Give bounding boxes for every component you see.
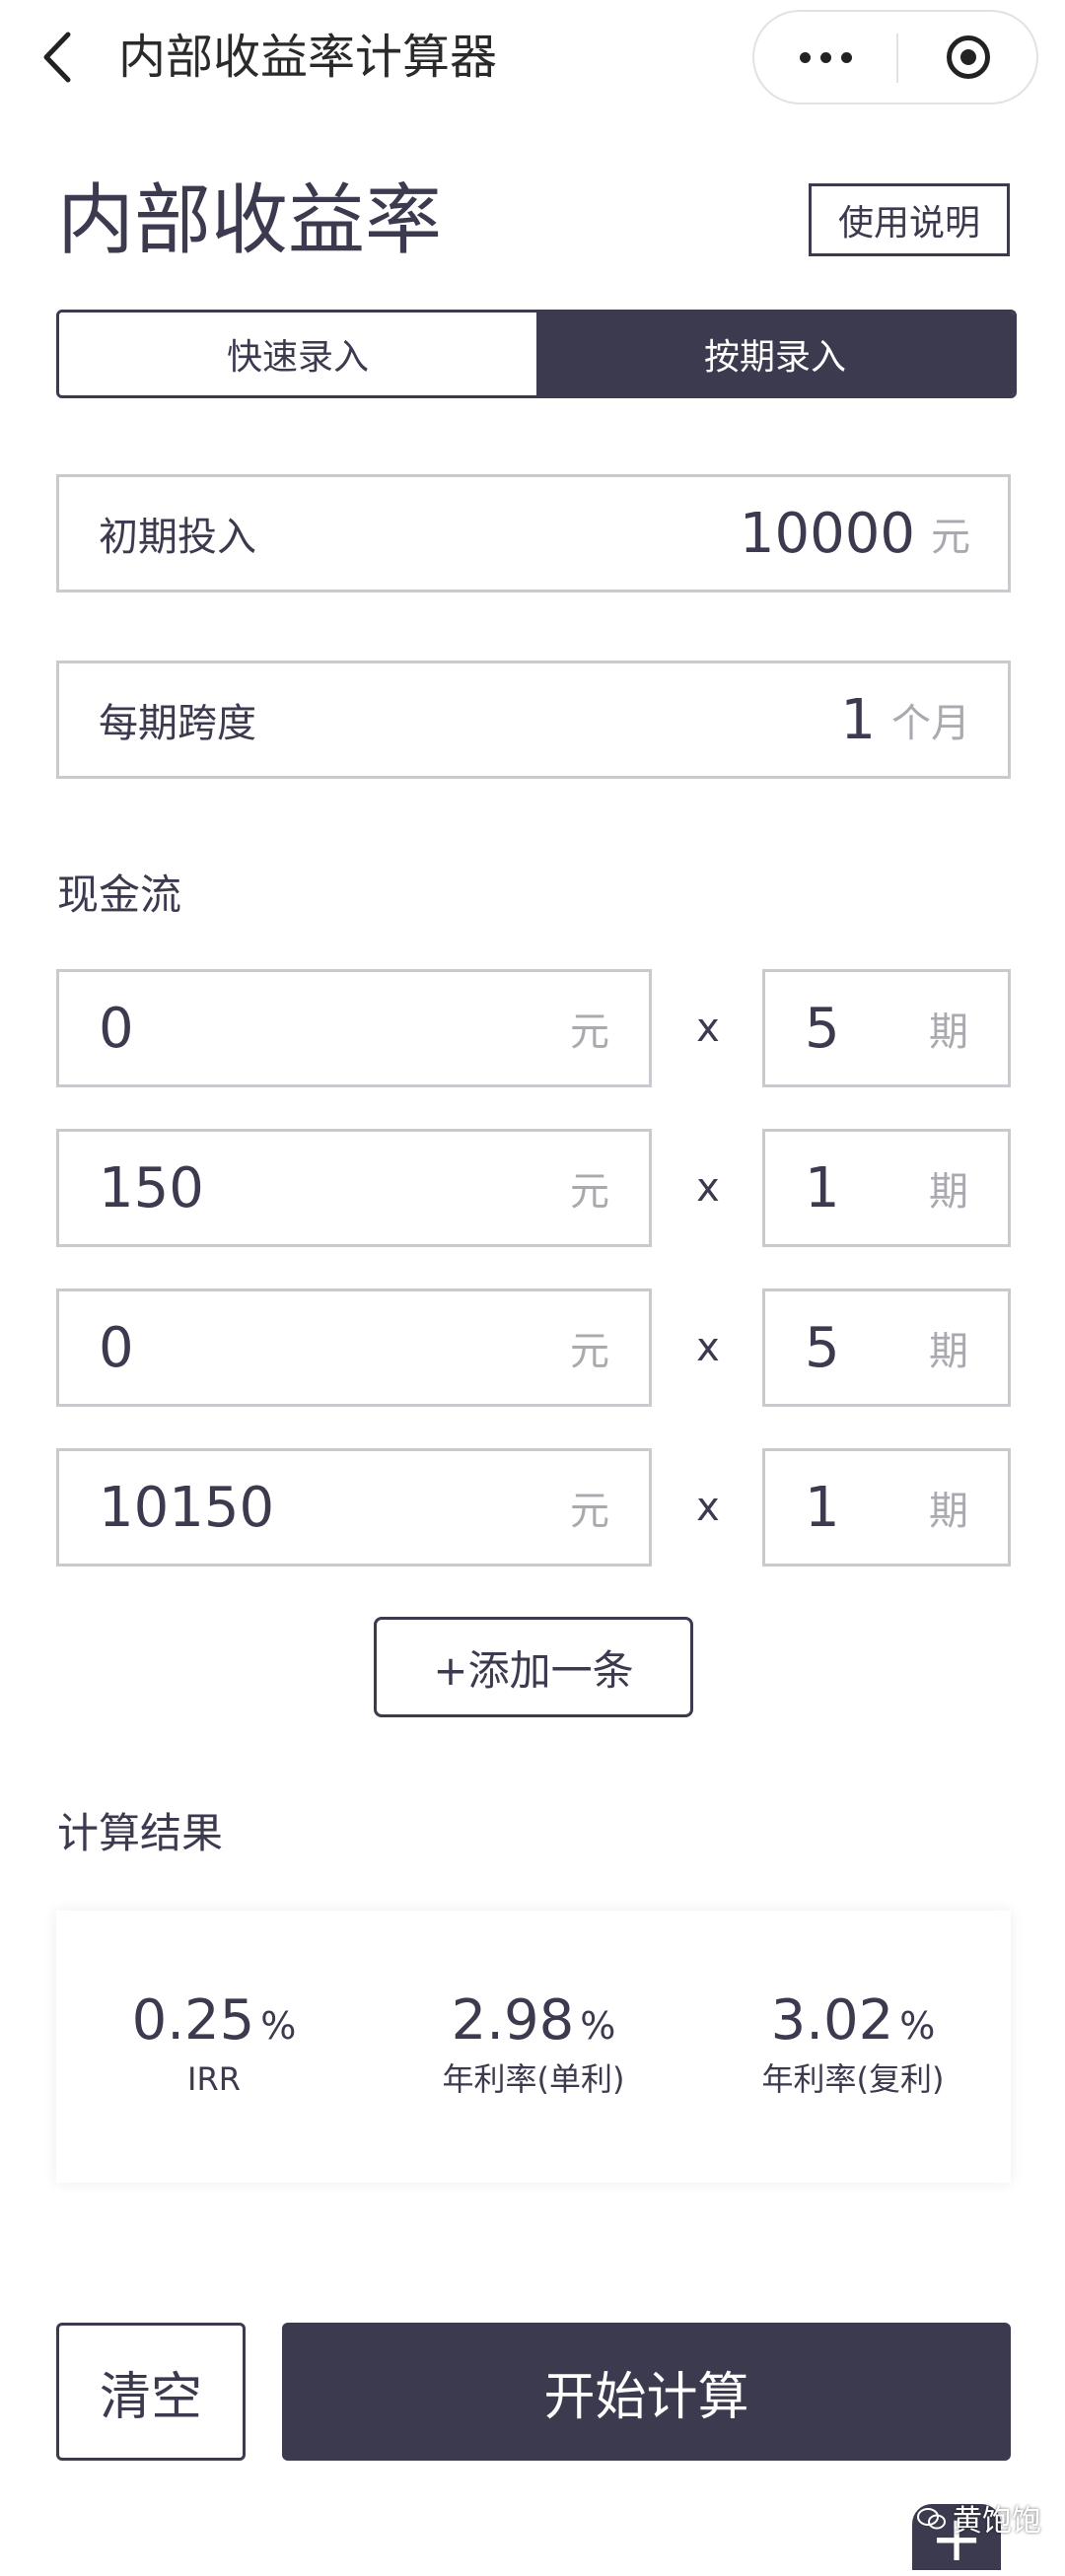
cashflow-amount-unit: 元 (570, 1329, 609, 1374)
clear-button[interactable]: 清空 (56, 2323, 246, 2461)
start-calculation-button[interactable]: 开始计算 (282, 2323, 1011, 2461)
help-button[interactable]: 使用说明 (809, 183, 1010, 256)
cashflow-amount-value[interactable]: 150 (99, 1156, 570, 1220)
cashflow-amount-unit: 元 (570, 1169, 609, 1215)
cashflow-count-unit: 期 (929, 1169, 968, 1215)
cashflow-amount-input[interactable]: 10150 元 (56, 1448, 652, 1566)
multiply-sign: x (696, 1485, 720, 1530)
result-unit: % (260, 2004, 297, 2048)
cashflow-count-value[interactable]: 1 (805, 1156, 929, 1220)
page-title: 内部收益率 (57, 176, 443, 265)
result-value: 0.25 (131, 1988, 255, 2053)
period-span-field[interactable]: 每期跨度 1 个月 (56, 661, 1011, 779)
watermark-text: 黄饱饱 (953, 2504, 1041, 2539)
result-caption: 年利率(单利) (442, 2060, 625, 2098)
result-caption: 年利率(复利) (761, 2060, 945, 2098)
nav-title: 内部收益率计算器 (118, 30, 498, 85)
cashflow-count-unit: 期 (929, 1329, 968, 1374)
result-value: 2.98 (451, 1988, 575, 2053)
back-button[interactable] (28, 22, 87, 93)
add-cashflow-button[interactable]: +添加一条 (374, 1617, 693, 1717)
tab-period-entry[interactable]: 按期录入 (536, 313, 1014, 395)
cashflow-label: 现金流 (57, 870, 182, 919)
cashflow-amount-input[interactable]: 0 元 (56, 969, 652, 1087)
period-span-unit: 个月 (891, 701, 970, 746)
result-caption: IRR (187, 2060, 241, 2098)
initial-investment-unit: 元 (931, 515, 970, 560)
cashflow-count-value[interactable]: 5 (805, 1316, 929, 1380)
initial-investment-field[interactable]: 初期投入 10000 元 (56, 474, 1011, 592)
initial-investment-value[interactable]: 10000 (740, 502, 915, 566)
result-unit: % (580, 2004, 616, 2048)
cashflow-count-value[interactable]: 1 (805, 1476, 929, 1540)
cashflow-amount-unit: 元 (570, 1010, 609, 1055)
result-unit: % (899, 2004, 936, 2048)
result-compound-rate: 3.02% 年利率(复利) (695, 1989, 1011, 2101)
cashflow-amount-value[interactable]: 0 (99, 1316, 570, 1380)
result-irr: 0.25% IRR (56, 1989, 372, 2101)
cashflow-amount-value[interactable]: 0 (99, 997, 570, 1061)
wechat-icon (917, 2502, 947, 2541)
cashflow-count-input[interactable]: 5 期 (762, 969, 1011, 1087)
multiply-sign: x (696, 1325, 720, 1370)
result-value: 3.02 (770, 1988, 894, 2053)
more-dots-icon[interactable] (754, 12, 896, 103)
tab-quick-entry[interactable]: 快速录入 (59, 313, 536, 395)
cashflow-amount-value[interactable]: 10150 (99, 1476, 570, 1540)
cashflow-count-input[interactable]: 5 期 (762, 1288, 1011, 1407)
cashflow-amount-input[interactable]: 0 元 (56, 1288, 652, 1407)
multiply-sign: x (696, 1165, 720, 1211)
results-label: 计算结果 (57, 1809, 224, 1857)
mini-program-capsule (752, 10, 1038, 104)
cashflow-count-unit: 期 (929, 1489, 968, 1534)
cashflow-amount-input[interactable]: 150 元 (56, 1129, 652, 1247)
cashflow-count-unit: 期 (929, 1010, 968, 1055)
watermark: 黄饱饱 (917, 2502, 1041, 2541)
input-mode-tabs: 快速录入 按期录入 (56, 310, 1017, 398)
target-close-icon[interactable] (898, 12, 1038, 103)
cashflow-amount-unit: 元 (570, 1489, 609, 1534)
multiply-sign: x (696, 1006, 720, 1051)
initial-investment-label: 初期投入 (99, 515, 256, 560)
cashflow-count-input[interactable]: 1 期 (762, 1448, 1011, 1566)
period-span-label: 每期跨度 (99, 701, 256, 746)
result-simple-rate: 2.98% 年利率(单利) (376, 1989, 691, 2101)
chevron-left-icon (43, 32, 71, 83)
results-card: 0.25% IRR 2.98% 年利率(单利) 3.02% 年利率(复利) (56, 1911, 1011, 2183)
cashflow-count-value[interactable]: 5 (805, 997, 929, 1061)
cashflow-count-input[interactable]: 1 期 (762, 1129, 1011, 1247)
period-span-value[interactable]: 1 (840, 688, 876, 752)
